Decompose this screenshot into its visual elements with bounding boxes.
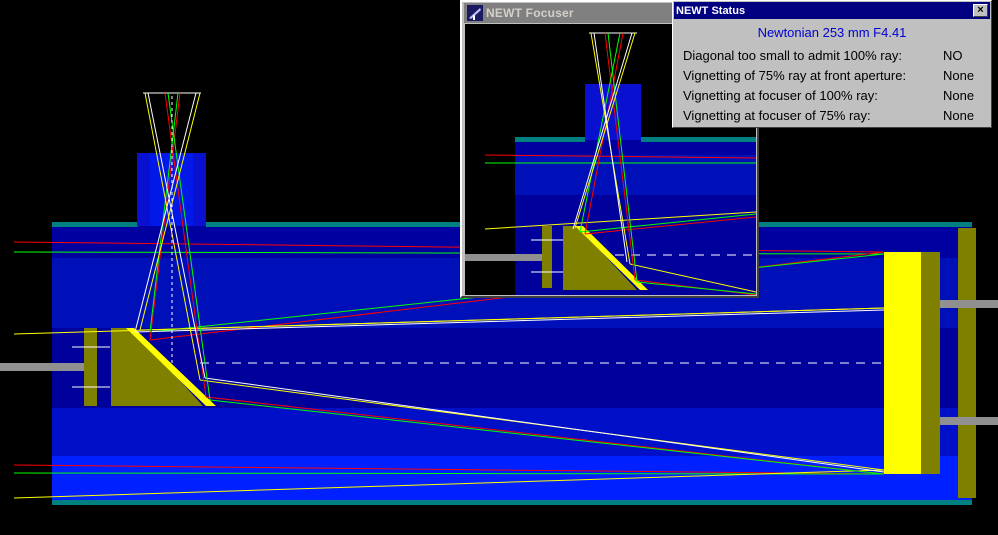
tube-band-bottom: [52, 456, 972, 500]
status-rows: Diagonal too small to admit 100% ray: NO…: [683, 45, 985, 125]
status-row-label: Vignetting at focuser of 100% ray:: [683, 87, 878, 103]
focuser-tube-band-mid: [515, 155, 756, 195]
status-row-value: None: [943, 87, 975, 103]
focuser-tube-band-top: [515, 140, 756, 155]
status-row: Diagonal too small to admit 100% ray: NO: [683, 45, 985, 65]
focuser-tube-edge: [515, 137, 585, 142]
primary-mirror: [884, 252, 922, 474]
primary-mirror-back: [921, 252, 940, 474]
tube-edge-bottom: [52, 500, 972, 505]
close-icon: ×: [977, 4, 984, 16]
status-row-value: None: [943, 107, 975, 123]
focuser-holder-rod: [465, 254, 543, 261]
status-window-title: NEWT Status: [676, 4, 746, 17]
newt-telescope-icon: [467, 5, 483, 21]
status-window[interactable]: NEWT Status × Newtonian 253 mm F4.41 Dia…: [672, 0, 992, 128]
status-row-label: Vignetting of 75% ray at front aperture:: [683, 67, 907, 83]
status-row-label: Vignetting at focuser of 75% ray:: [683, 107, 871, 123]
status-row: Vignetting at focuser of 100% ray: None: [683, 85, 985, 105]
scope-description: Newtonian 253 mm F4.41: [757, 25, 907, 40]
status-row: Vignetting of 75% ray at front aperture:…: [683, 65, 985, 85]
status-titlebar[interactable]: NEWT Status ×: [674, 2, 990, 19]
focuser-tube-edge-right: [641, 137, 756, 142]
diagonal-holder-rod: [0, 363, 85, 371]
status-row-value: None: [943, 67, 975, 83]
mirror-cell-bolt-bottom: [940, 417, 998, 425]
status-row-value: NO: [943, 47, 963, 63]
close-button[interactable]: ×: [973, 4, 988, 17]
focuser-holder: [542, 226, 552, 288]
focuser-window-title: NEWT Focuser: [486, 6, 574, 20]
tube-edge-top-left: [52, 222, 138, 227]
status-row: Vignetting at focuser of 75% ray: None: [683, 105, 985, 125]
diagonal-holder: [84, 328, 97, 406]
focuser-drawtube: [585, 84, 641, 140]
mirror-cell: [958, 228, 976, 498]
status-row-label: Diagonal too small to admit 100% ray:: [683, 47, 902, 63]
mirror-cell-bolt-top: [940, 300, 998, 308]
